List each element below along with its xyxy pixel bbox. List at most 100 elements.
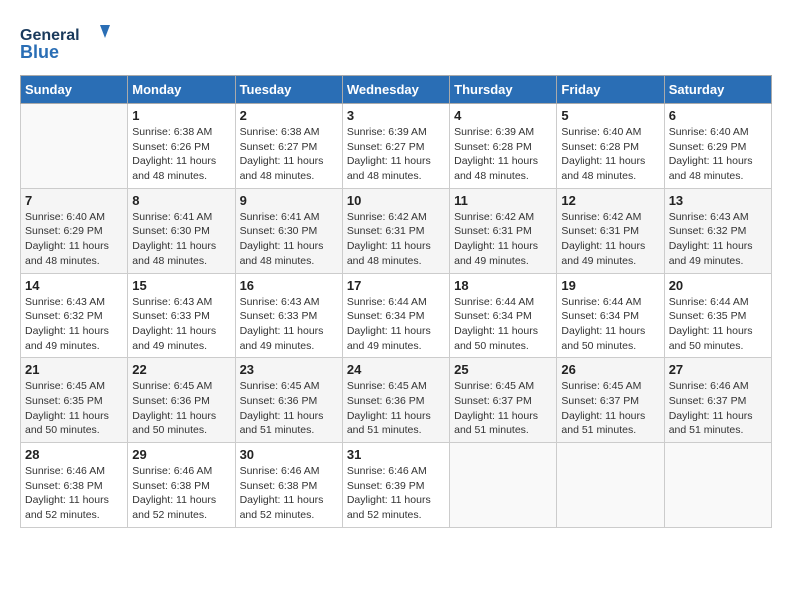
day-number: 28 bbox=[25, 447, 123, 462]
calendar-body: 1 Sunrise: 6:38 AM Sunset: 6:26 PM Daylig… bbox=[21, 104, 772, 528]
calendar-cell: 3Sunrise: 6:39 AM Sunset: 6:27 PM Daylig… bbox=[342, 104, 449, 189]
day-header-sunday: Sunday bbox=[21, 76, 128, 104]
calendar-cell: 5 Sunrise: 6:40 AM Sunset: 6:28 PM Daylig… bbox=[557, 104, 664, 189]
day-number: 1 bbox=[132, 108, 230, 123]
day-headers-row: SundayMondayTuesdayWednesdayThursdayFrid… bbox=[21, 76, 772, 104]
day-info: Sunrise: 6:46 AM Sunset: 6:39 PM Dayligh… bbox=[347, 464, 445, 523]
day-number: 10 bbox=[347, 193, 445, 208]
calendar-cell: 13 Sunrise: 6:43 AM Sunset: 6:32 PM Dayli… bbox=[664, 188, 771, 273]
day-number: 17 bbox=[347, 278, 445, 293]
day-number: 18 bbox=[454, 278, 552, 293]
day-number: 27 bbox=[669, 362, 767, 377]
calendar-cell: 22Sunrise: 6:45 AM Sunset: 6:36 PM Dayli… bbox=[128, 358, 235, 443]
day-number: 7 bbox=[25, 193, 123, 208]
calendar-cell bbox=[664, 443, 771, 528]
day-number: 4 bbox=[454, 108, 552, 123]
day-number: 23 bbox=[240, 362, 338, 377]
day-info: Sunrise: 6:46 AM Sunset: 6:37 PM Dayligh… bbox=[669, 379, 767, 438]
day-info: Sunrise: 6:44 AM Sunset: 6:34 PM Dayligh… bbox=[561, 295, 659, 354]
day-number: 25 bbox=[454, 362, 552, 377]
day-info: Sunrise: 6:38 AM Sunset: 6:26 PM Dayligh… bbox=[132, 125, 230, 184]
day-info: Sunrise: 6:43 AM Sunset: 6:33 PM Dayligh… bbox=[240, 295, 338, 354]
calendar-cell: 21 Sunrise: 6:45 AM Sunset: 6:35 PM Dayli… bbox=[21, 358, 128, 443]
calendar-header: SundayMondayTuesdayWednesdayThursdayFrid… bbox=[21, 76, 772, 104]
calendar-cell: 19 Sunrise: 6:44 AM Sunset: 6:34 PM Dayli… bbox=[557, 273, 664, 358]
day-number: 26 bbox=[561, 362, 659, 377]
calendar-cell: 16 Sunrise: 6:43 AM Sunset: 6:33 PM Dayli… bbox=[235, 273, 342, 358]
calendar-cell: 1 Sunrise: 6:38 AM Sunset: 6:26 PM Daylig… bbox=[128, 104, 235, 189]
week-row-5: 28 Sunrise: 6:46 AM Sunset: 6:38 PM Dayli… bbox=[21, 443, 772, 528]
day-info: Sunrise: 6:44 AM Sunset: 6:34 PM Dayligh… bbox=[347, 295, 445, 354]
day-number: 5 bbox=[561, 108, 659, 123]
day-number: 31 bbox=[347, 447, 445, 462]
day-number: 30 bbox=[240, 447, 338, 462]
calendar-cell: 12 Sunrise: 6:42 AM Sunset: 6:31 PM Dayli… bbox=[557, 188, 664, 273]
day-number: 9 bbox=[240, 193, 338, 208]
calendar-cell bbox=[450, 443, 557, 528]
day-number: 16 bbox=[240, 278, 338, 293]
calendar-cell: 9 Sunrise: 6:41 AM Sunset: 6:30 PM Daylig… bbox=[235, 188, 342, 273]
calendar-cell: 31 Sunrise: 6:46 AM Sunset: 6:39 PM Dayli… bbox=[342, 443, 449, 528]
day-number: 3 bbox=[347, 108, 445, 123]
calendar-cell: 26Sunrise: 6:45 AM Sunset: 6:37 PM Dayli… bbox=[557, 358, 664, 443]
day-number: 11 bbox=[454, 193, 552, 208]
day-info: Sunrise: 6:46 AM Sunset: 6:38 PM Dayligh… bbox=[25, 464, 123, 523]
day-info: Sunrise: 6:43 AM Sunset: 6:32 PM Dayligh… bbox=[669, 210, 767, 269]
calendar-cell: 10Sunrise: 6:42 AM Sunset: 6:31 PM Dayli… bbox=[342, 188, 449, 273]
day-number: 24 bbox=[347, 362, 445, 377]
week-row-1: 1 Sunrise: 6:38 AM Sunset: 6:26 PM Daylig… bbox=[21, 104, 772, 189]
day-header-friday: Friday bbox=[557, 76, 664, 104]
calendar-cell: 7 Sunrise: 6:40 AM Sunset: 6:29 PM Daylig… bbox=[21, 188, 128, 273]
calendar-cell: 4 Sunrise: 6:39 AM Sunset: 6:28 PM Daylig… bbox=[450, 104, 557, 189]
calendar-cell: 14Sunrise: 6:43 AM Sunset: 6:32 PM Dayli… bbox=[21, 273, 128, 358]
day-info: Sunrise: 6:45 AM Sunset: 6:37 PM Dayligh… bbox=[454, 379, 552, 438]
day-info: Sunrise: 6:45 AM Sunset: 6:36 PM Dayligh… bbox=[240, 379, 338, 438]
day-info: Sunrise: 6:38 AM Sunset: 6:27 PM Dayligh… bbox=[240, 125, 338, 184]
calendar-cell: 23 Sunrise: 6:45 AM Sunset: 6:36 PM Dayli… bbox=[235, 358, 342, 443]
day-number: 19 bbox=[561, 278, 659, 293]
day-header-thursday: Thursday bbox=[450, 76, 557, 104]
day-header-wednesday: Wednesday bbox=[342, 76, 449, 104]
day-header-tuesday: Tuesday bbox=[235, 76, 342, 104]
calendar-cell: 15 Sunrise: 6:43 AM Sunset: 6:33 PM Dayli… bbox=[128, 273, 235, 358]
day-info: Sunrise: 6:43 AM Sunset: 6:33 PM Dayligh… bbox=[132, 295, 230, 354]
day-number: 12 bbox=[561, 193, 659, 208]
calendar-cell: 24 Sunrise: 6:45 AM Sunset: 6:36 PM Dayli… bbox=[342, 358, 449, 443]
calendar-cell: 30 Sunrise: 6:46 AM Sunset: 6:38 PM Dayli… bbox=[235, 443, 342, 528]
day-number: 6 bbox=[669, 108, 767, 123]
logo: General Blue bbox=[20, 20, 110, 65]
day-info: Sunrise: 6:40 AM Sunset: 6:29 PM Dayligh… bbox=[25, 210, 123, 269]
day-info: Sunrise: 6:42 AM Sunset: 6:31 PM Dayligh… bbox=[454, 210, 552, 269]
day-number: 29 bbox=[132, 447, 230, 462]
day-info: Sunrise: 6:42 AM Sunset: 6:31 PM Dayligh… bbox=[561, 210, 659, 269]
week-row-3: 14Sunrise: 6:43 AM Sunset: 6:32 PM Dayli… bbox=[21, 273, 772, 358]
calendar-cell: 25 Sunrise: 6:45 AM Sunset: 6:37 PM Dayli… bbox=[450, 358, 557, 443]
day-number: 14 bbox=[25, 278, 123, 293]
day-info: Sunrise: 6:41 AM Sunset: 6:30 PM Dayligh… bbox=[240, 210, 338, 269]
calendar-cell: 28 Sunrise: 6:46 AM Sunset: 6:38 PM Dayli… bbox=[21, 443, 128, 528]
svg-text:Blue: Blue bbox=[20, 42, 59, 62]
day-info: Sunrise: 6:45 AM Sunset: 6:35 PM Dayligh… bbox=[25, 379, 123, 438]
day-info: Sunrise: 6:45 AM Sunset: 6:36 PM Dayligh… bbox=[347, 379, 445, 438]
day-number: 15 bbox=[132, 278, 230, 293]
day-info: Sunrise: 6:40 AM Sunset: 6:28 PM Dayligh… bbox=[561, 125, 659, 184]
calendar-cell: 8Sunrise: 6:41 AM Sunset: 6:30 PM Daylig… bbox=[128, 188, 235, 273]
calendar-table: SundayMondayTuesdayWednesdayThursdayFrid… bbox=[20, 75, 772, 528]
day-info: Sunrise: 6:46 AM Sunset: 6:38 PM Dayligh… bbox=[240, 464, 338, 523]
day-info: Sunrise: 6:39 AM Sunset: 6:28 PM Dayligh… bbox=[454, 125, 552, 184]
calendar-cell bbox=[557, 443, 664, 528]
day-number: 21 bbox=[25, 362, 123, 377]
day-header-monday: Monday bbox=[128, 76, 235, 104]
day-number: 13 bbox=[669, 193, 767, 208]
calendar-cell: 29Sunrise: 6:46 AM Sunset: 6:38 PM Dayli… bbox=[128, 443, 235, 528]
calendar-cell: 11 Sunrise: 6:42 AM Sunset: 6:31 PM Dayli… bbox=[450, 188, 557, 273]
day-info: Sunrise: 6:44 AM Sunset: 6:34 PM Dayligh… bbox=[454, 295, 552, 354]
day-number: 20 bbox=[669, 278, 767, 293]
calendar-cell: 17 Sunrise: 6:44 AM Sunset: 6:34 PM Dayli… bbox=[342, 273, 449, 358]
calendar-cell bbox=[21, 104, 128, 189]
week-row-4: 21 Sunrise: 6:45 AM Sunset: 6:35 PM Dayli… bbox=[21, 358, 772, 443]
logo-svg: General Blue bbox=[20, 20, 110, 65]
calendar-cell: 2 Sunrise: 6:38 AM Sunset: 6:27 PM Daylig… bbox=[235, 104, 342, 189]
calendar-cell: 6Sunrise: 6:40 AM Sunset: 6:29 PM Daylig… bbox=[664, 104, 771, 189]
day-number: 2 bbox=[240, 108, 338, 123]
